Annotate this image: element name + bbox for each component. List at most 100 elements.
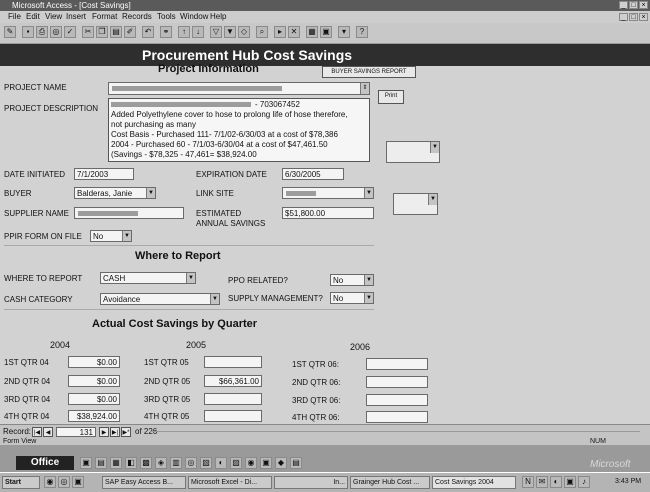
- tray-icon[interactable]: ◐: [550, 476, 562, 488]
- buyer-combo[interactable]: Balderas, Janie ▼: [74, 187, 156, 199]
- office-shortcut-icon[interactable]: ◎: [185, 457, 197, 469]
- first-record-button[interactable]: |◀: [32, 427, 42, 437]
- new-record-nav-button[interactable]: ▶*: [121, 427, 131, 437]
- taskbar-item-grainger[interactable]: Grainger Hub Cost ...: [350, 476, 430, 489]
- view-icon[interactable]: ✎: [4, 26, 16, 38]
- q2-2006-field[interactable]: [366, 376, 428, 388]
- office-shortcut-icon[interactable]: ▣: [80, 457, 92, 469]
- menu-view[interactable]: View: [45, 11, 62, 23]
- where-to-report-combo[interactable]: CASH ▼: [100, 272, 196, 284]
- office-shortcut-icon[interactable]: ◉: [245, 457, 257, 469]
- project-name-spinner-icon[interactable]: ⇕: [360, 83, 369, 94]
- project-name-field[interactable]: ⇕: [108, 82, 370, 95]
- undo-icon[interactable]: ↶: [142, 26, 154, 38]
- q1-2005-field[interactable]: [204, 356, 262, 368]
- taskbar-item-sap[interactable]: SAP Easy Access B...: [102, 476, 186, 489]
- format-painter-icon[interactable]: ✐: [124, 26, 136, 38]
- menu-window[interactable]: Window: [180, 11, 208, 23]
- paste-icon[interactable]: ▤: [110, 26, 122, 38]
- spelling-icon[interactable]: ✓: [64, 26, 76, 38]
- tray-icon[interactable]: N: [522, 476, 534, 488]
- q3-2005-field[interactable]: [204, 393, 262, 405]
- menu-file[interactable]: File: [8, 11, 21, 23]
- cash-category-combo[interactable]: Avoidance ▼: [100, 293, 220, 305]
- menu-tools[interactable]: Tools: [157, 11, 176, 23]
- q3-2006-field[interactable]: [366, 394, 428, 406]
- q1-2006-field[interactable]: [366, 358, 428, 370]
- where-to-report-dropdown-icon[interactable]: ▼: [186, 273, 195, 283]
- ppir-combo[interactable]: No ▼: [90, 230, 132, 242]
- office-shortcut-icon[interactable]: ◈: [155, 457, 167, 469]
- taskbar-item-cost-savings[interactable]: Cost Savings 2004: [432, 476, 516, 489]
- cut-icon[interactable]: ✂: [82, 26, 94, 38]
- print-button[interactable]: Print: [378, 90, 404, 104]
- close-button[interactable]: ×: [639, 1, 648, 9]
- q4-2006-field[interactable]: [366, 411, 428, 423]
- unlabeled-combo-2[interactable]: ▼: [393, 193, 438, 215]
- q1-2004-field[interactable]: $0.00: [68, 356, 120, 368]
- office-shortcut-icon[interactable]: ▤: [290, 457, 302, 469]
- delete-record-icon[interactable]: ✕: [288, 26, 300, 38]
- office-shortcut-icon[interactable]: ▦: [110, 457, 122, 469]
- new-object-icon[interactable]: ▣: [320, 26, 332, 38]
- new-object-dropdown-icon[interactable]: ▾: [338, 26, 350, 38]
- supply-management-combo[interactable]: No ▼: [330, 292, 374, 304]
- office-logo[interactable]: Office: [16, 456, 74, 470]
- sort-descending-icon[interactable]: ↓: [192, 26, 204, 38]
- apply-filter-icon[interactable]: ◇: [238, 26, 250, 38]
- doc-close-button[interactable]: ×: [639, 13, 648, 21]
- estimated-savings-field[interactable]: $51,800.00: [282, 207, 374, 219]
- hyperlink-icon[interactable]: ⚭: [160, 26, 172, 38]
- cash-category-dropdown-icon[interactable]: ▼: [210, 294, 219, 304]
- q2-2004-field[interactable]: $0.00: [68, 375, 120, 387]
- next-record-button[interactable]: ▶: [99, 427, 109, 437]
- filter-by-selection-icon[interactable]: ▽: [210, 26, 222, 38]
- maximize-button[interactable]: □: [629, 1, 638, 9]
- minimize-button[interactable]: _: [619, 1, 628, 9]
- print-preview-icon[interactable]: ◎: [50, 26, 62, 38]
- link-site-combo[interactable]: ▼: [282, 187, 374, 199]
- supplier-name-field[interactable]: [74, 207, 184, 219]
- quick-launch-icon[interactable]: ▣: [72, 476, 84, 488]
- office-shortcut-icon[interactable]: ▩: [140, 457, 152, 469]
- filter-by-form-icon[interactable]: ▼: [224, 26, 236, 38]
- office-shortcut-icon[interactable]: ◧: [125, 457, 137, 469]
- quick-launch-icon[interactable]: ◉: [44, 476, 56, 488]
- menu-insert[interactable]: Insert: [66, 11, 86, 23]
- ppo-related-dropdown-icon[interactable]: ▼: [364, 275, 373, 285]
- office-shortcut-icon[interactable]: ◐: [215, 457, 227, 469]
- date-initiated-field[interactable]: 7/1/2003: [74, 168, 134, 180]
- unlabeled-combo-1[interactable]: ▼: [386, 141, 440, 163]
- sort-ascending-icon[interactable]: ↑: [178, 26, 190, 38]
- office-shortcut-icon[interactable]: ▥: [170, 457, 182, 469]
- office-assistant-icon[interactable]: ?: [356, 26, 368, 38]
- save-icon[interactable]: ▪: [22, 26, 34, 38]
- ppir-dropdown-icon[interactable]: ▼: [122, 231, 131, 241]
- office-shortcut-icon[interactable]: ◆: [275, 457, 287, 469]
- ppo-related-combo[interactable]: No ▼: [330, 274, 374, 286]
- combo-dropdown-icon[interactable]: ▼: [430, 142, 439, 153]
- doc-maximize-button[interactable]: □: [629, 13, 638, 21]
- q2-2005-field[interactable]: $66,361.00: [204, 375, 262, 387]
- doc-minimize-button[interactable]: _: [619, 13, 628, 21]
- tray-icon[interactable]: ✉: [536, 476, 548, 488]
- link-site-dropdown-icon[interactable]: ▼: [364, 188, 373, 198]
- supply-management-dropdown-icon[interactable]: ▼: [364, 293, 373, 303]
- copy-icon[interactable]: ❐: [96, 26, 108, 38]
- buyer-savings-report-button[interactable]: BUYER SAVINGS REPORT: [322, 66, 416, 78]
- tray-icon[interactable]: ▣: [564, 476, 576, 488]
- office-shortcut-icon[interactable]: ▣: [260, 457, 272, 469]
- menu-edit[interactable]: Edit: [26, 11, 40, 23]
- menu-records[interactable]: Records: [122, 11, 152, 23]
- q3-2004-field[interactable]: $0.00: [68, 393, 120, 405]
- office-shortcut-icon[interactable]: ▨: [230, 457, 242, 469]
- quick-launch-icon[interactable]: ◎: [58, 476, 70, 488]
- q4-2005-field[interactable]: [204, 410, 262, 422]
- last-record-button[interactable]: ▶|: [110, 427, 120, 437]
- taskbar-item-excel[interactable]: Microsoft Excel - Di...: [188, 476, 272, 489]
- horizontal-scrollbar[interactable]: [150, 431, 640, 432]
- menu-help[interactable]: Help: [210, 11, 226, 23]
- start-button[interactable]: Start: [2, 476, 40, 489]
- menu-format[interactable]: Format: [92, 11, 117, 23]
- expiration-date-field[interactable]: 6/30/2005: [282, 168, 344, 180]
